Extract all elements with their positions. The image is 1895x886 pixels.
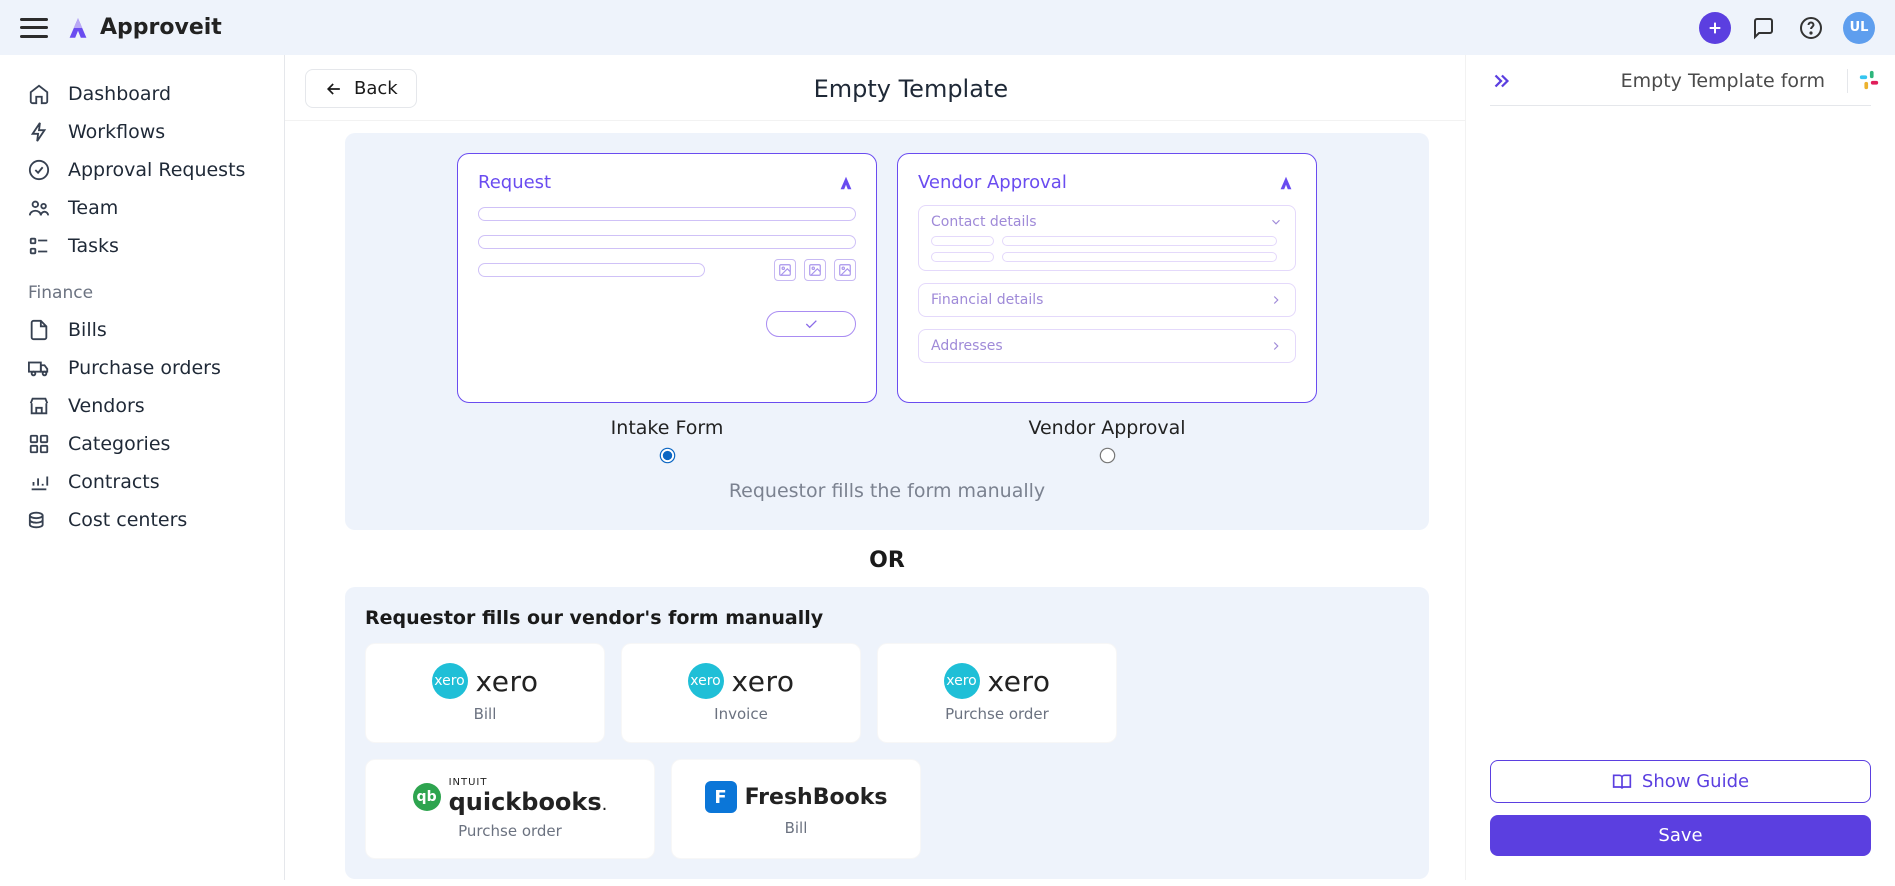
vendor-approval-radio[interactable] [1099,448,1115,464]
store-icon [28,395,50,417]
vendor-section-financial: Financial details [918,283,1296,317]
vendor-card-quickbooks-po[interactable]: qbINTUITquickbooks. Purchse order [365,759,655,859]
content-scroll[interactable]: Request [345,121,1441,886]
menu-toggle-icon[interactable] [20,18,48,38]
main-content: Back Empty Template Request [285,55,1465,880]
sidebar-item-team[interactable]: Team [0,189,284,227]
help-icon[interactable] [1795,12,1827,44]
vendor-section-contact: Contact details [918,205,1296,271]
topbar: Approveit UL [0,0,1895,55]
book-icon [1612,772,1632,792]
back-button[interactable]: Back [305,69,417,108]
vendor-section-addresses: Addresses [918,329,1296,363]
vendor-card-xero-po[interactable]: xeroxero Purchse order [877,643,1117,743]
vendor-approval-preview-card[interactable]: Vendor Approval Contact details Financia… [897,153,1317,403]
show-guide-label: Show Guide [1642,771,1749,792]
vendor-card-label: Bill [474,705,497,723]
vendor-card-label: Bill [785,819,808,837]
chevron-right-icon [1269,293,1283,307]
file-icon [28,319,50,341]
sidebar-item-label: Contracts [68,471,160,493]
messages-icon[interactable] [1747,12,1779,44]
right-panel-title: Empty Template form [1621,70,1825,92]
sidebar-item-label: Categories [68,433,170,455]
vendor-approval-label: Vendor Approval [897,417,1317,439]
arrow-left-icon [324,79,344,99]
back-button-label: Back [354,78,398,99]
approveit-mini-logo-icon [1276,174,1296,192]
xero-logo: xeroxero [688,663,795,699]
sidebar-item-label: Workflows [68,121,165,143]
vendor-card-xero-bill[interactable]: xeroxero Bill [365,643,605,743]
vendor-card-label: Invoice [714,705,768,723]
sidebar-item-bills[interactable]: Bills [0,311,284,349]
form-type-helper: Requestor fills the form manually [365,480,1409,502]
or-divider: OR [345,548,1429,573]
sidebar-item-label: Tasks [68,235,119,257]
approveit-mini-logo-icon [836,174,856,192]
create-button[interactable] [1699,12,1731,44]
brand-name: Approveit [100,15,222,40]
sidebar-item-label: Purchase orders [68,357,221,379]
xero-logo: xeroxero [432,663,539,699]
image-placeholder-icon [804,259,826,281]
sidebar-item-label: Team [68,197,118,219]
intake-form-preview-card[interactable]: Request [457,153,877,403]
sidebar-item-cost-centers[interactable]: Cost centers [0,501,284,539]
sidebar-item-label: Approval Requests [68,159,245,181]
approveit-logo-icon [64,14,92,42]
coins-icon [28,509,50,531]
sidebar-item-categories[interactable]: Categories [0,425,284,463]
page-title: Empty Template [417,75,1405,103]
chart-icon [28,471,50,493]
intake-form-radio[interactable] [659,448,675,464]
users-icon [28,197,50,219]
right-panel: Empty Template form Show Guide Save [1465,55,1895,880]
sidebar-item-workflows[interactable]: Workflows [0,113,284,151]
vendor-card-freshbooks-bill[interactable]: FFreshBooks Bill [671,759,921,859]
show-guide-button[interactable]: Show Guide [1490,760,1871,803]
tasks-icon [28,235,50,257]
form-type-panel: Request [345,133,1429,530]
sidebar-item-label: Cost centers [68,509,187,531]
grid-icon [28,433,50,455]
bolt-icon [28,121,50,143]
user-avatar[interactable]: UL [1843,12,1875,44]
sidebar-item-contracts[interactable]: Contracts [0,463,284,501]
sidebar-item-label: Bills [68,319,107,341]
save-button[interactable]: Save [1490,815,1871,856]
vendor-forms-title: Requestor fills our vendor's form manual… [365,607,1409,629]
vendor-forms-panel: Requestor fills our vendor's form manual… [345,587,1429,879]
quickbooks-logo: qbINTUITquickbooks. [413,778,608,816]
sidebar: Dashboard Workflows Approval Requests Te… [0,55,285,880]
submit-pill-icon [766,311,856,337]
sidebar-item-label: Vendors [68,395,145,417]
sidebar-item-tasks[interactable]: Tasks [0,227,284,265]
vendor-card-label: Purchse order [945,705,1049,723]
chevron-down-icon [1269,215,1283,229]
image-placeholder-icon [774,259,796,281]
intake-card-title: Request [478,172,551,193]
save-label: Save [1658,825,1702,846]
truck-icon [28,357,50,379]
sidebar-item-label: Dashboard [68,83,171,105]
sidebar-item-approval-requests[interactable]: Approval Requests [0,151,284,189]
sidebar-item-vendors[interactable]: Vendors [0,387,284,425]
image-placeholder-icon [834,259,856,281]
slack-icon[interactable] [1847,69,1871,93]
sidebar-item-purchase-orders[interactable]: Purchase orders [0,349,284,387]
sidebar-section-finance: Finance [0,265,284,311]
sidebar-item-dashboard[interactable]: Dashboard [0,75,284,113]
intake-form-label: Intake Form [457,417,877,439]
vendor-card-label: Purchse order [458,822,562,840]
vendor-card-xero-invoice[interactable]: xeroxero Invoice [621,643,861,743]
freshbooks-logo: FFreshBooks [705,781,888,813]
check-circle-icon [28,159,50,181]
vendor-card-title: Vendor Approval [918,172,1067,193]
chevron-right-icon [1269,339,1283,353]
xero-logo: xeroxero [944,663,1051,699]
brand[interactable]: Approveit [64,14,222,42]
home-icon [28,83,50,105]
collapse-panel-button[interactable] [1490,70,1512,92]
